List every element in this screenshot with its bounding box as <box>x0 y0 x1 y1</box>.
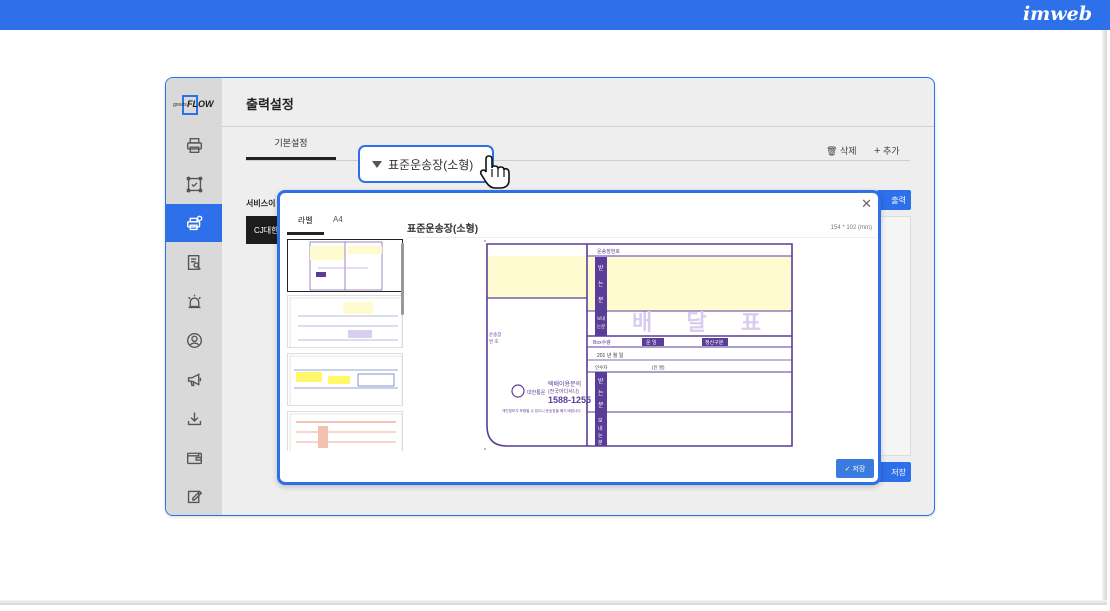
waybill-notice: 개인정보가 포함될 수 있으니 운송장을 폐기 바랍니다. <box>502 408 582 413</box>
waybill-recv-char: 분 <box>598 297 604 304</box>
waybill-send-char: 분 <box>598 440 603 446</box>
modal-save-button[interactable]: ✓ 저장 <box>836 459 874 478</box>
preview-title: 표준운송장(소형) <box>407 224 479 235</box>
waybill-seal: (인 명) <box>652 364 665 370</box>
logo-prefix: goods <box>173 102 187 108</box>
sidebar-item-notice[interactable] <box>166 360 222 398</box>
frame-edge <box>0 600 1107 605</box>
trash-icon: 🗑 <box>826 146 838 156</box>
caret-down-icon <box>372 161 382 168</box>
waybill-mid-char: 받 <box>598 377 604 385</box>
waybill-send-char: 는 <box>598 433 603 439</box>
divider <box>246 160 910 161</box>
waybill-date: 201 년 월 일 <box>597 352 624 359</box>
sidebar-item-account[interactable] <box>166 321 222 359</box>
download-icon <box>187 412 201 425</box>
waybill-tagline: 택배이용문의 <box>548 380 581 388</box>
tab-label[interactable]: 라벨 <box>298 215 313 226</box>
waybill-receiver-label: 인수자 <box>595 364 608 371</box>
waybill-send-char: 내 <box>598 425 603 432</box>
waybill-box-label: Box수량 <box>593 339 611 346</box>
waybill-fare-label: 운 임 <box>646 339 657 346</box>
waybill-send-label: 보내 <box>597 315 605 322</box>
waybill-phone: 1588-1255 <box>548 395 591 405</box>
template-preview-modal: ✕ 라벨 A4 표준운송장(소형) 154 * 102 (mm) 운송장번호 받… <box>277 190 881 485</box>
thumbnail-scrollbar[interactable] <box>401 243 404 315</box>
edit-icon <box>187 489 202 503</box>
delete-button[interactable]: 🗑 삭제 <box>826 144 857 157</box>
logo-name: FLOW <box>187 99 214 109</box>
waybill-send-label: 는분 <box>597 324 605 329</box>
waybill-number-label: 운송장번호 <box>597 248 620 255</box>
brand-logo: imweb <box>1022 3 1092 25</box>
sidebar-item-edit[interactable] <box>166 477 222 515</box>
sidebar-item-wallet[interactable] <box>166 438 222 476</box>
template-thumbnail[interactable] <box>287 353 403 406</box>
print-settings-icon <box>186 215 202 230</box>
waybill-recv-char: 는 <box>598 281 604 288</box>
template-thumbnail[interactable] <box>287 295 403 348</box>
close-icon[interactable]: ✕ <box>861 196 872 212</box>
waybill-left-label: 운송장 <box>489 331 501 337</box>
sidebar: goods FLOW <box>166 78 222 515</box>
megaphone-icon <box>187 372 201 386</box>
template-thumbnail[interactable] <box>287 411 403 451</box>
page-title: 출력설정 <box>246 97 294 112</box>
waybill-recv-char: 받 <box>598 264 604 272</box>
preview-size: 154 * 102 (mm) <box>830 225 872 231</box>
tab-basic-settings[interactable]: 기본설정 <box>246 136 336 149</box>
waybill-big-title: 배 달 표 <box>632 310 775 335</box>
user-circle-icon <box>186 332 202 348</box>
hand-pointer-icon <box>479 155 510 189</box>
template-select[interactable]: 표준운송장(소형) <box>358 145 494 183</box>
tab-a4[interactable]: A4 <box>333 215 343 224</box>
page-header: 출력설정 <box>222 78 934 126</box>
template-thumbnail[interactable] <box>287 239 403 292</box>
check-icon: ✓ <box>844 466 851 473</box>
waybill-send-char: 보 <box>598 418 603 424</box>
sidebar-item-scan[interactable] <box>166 165 222 203</box>
frame-edge <box>1102 30 1107 603</box>
service-label: 서비스이 <box>246 199 276 208</box>
waybill-tagline-sub: (전국어디서나) <box>548 388 579 395</box>
template-thumbnail-list <box>287 239 405 451</box>
cj-brand: 대한통운 <box>527 389 546 396</box>
wallet-icon <box>186 452 202 464</box>
waybill-payment-label: 정산구분 <box>705 339 724 346</box>
sidebar-item-alarm[interactable] <box>166 282 222 320</box>
printer-icon <box>186 137 202 153</box>
add-button[interactable]: + 추가 <box>874 144 900 157</box>
waybill-preview: 운송장번호 받 는 분 보내 는분 배 달 표 Box수량 운 임 정산구분 2… <box>407 237 877 453</box>
sidebar-item-document-search[interactable] <box>166 243 222 281</box>
template-select-value: 표준운송장(소형) <box>388 158 474 172</box>
scan-frame-icon <box>186 176 202 192</box>
print-button[interactable]: 출력 <box>877 190 911 210</box>
divider <box>222 126 934 127</box>
app-logo[interactable]: goods FLOW <box>173 95 215 115</box>
settings-panel <box>877 216 911 456</box>
waybill-mid-char: 분 <box>598 402 604 409</box>
document-search-icon <box>187 254 201 270</box>
waybill-left-label: 번 호 <box>489 338 499 344</box>
plus-icon: + <box>874 145 881 157</box>
sidebar-item-download[interactable] <box>166 399 222 437</box>
sidebar-item-print[interactable] <box>166 126 222 164</box>
active-tab-indicator <box>287 232 324 235</box>
top-bar: imweb <box>0 0 1110 30</box>
save-button[interactable]: 저장 <box>877 462 911 482</box>
alarm-light-icon <box>187 294 201 308</box>
waybill-mid-char: 는 <box>598 390 604 397</box>
sidebar-item-print-settings[interactable] <box>166 204 222 242</box>
